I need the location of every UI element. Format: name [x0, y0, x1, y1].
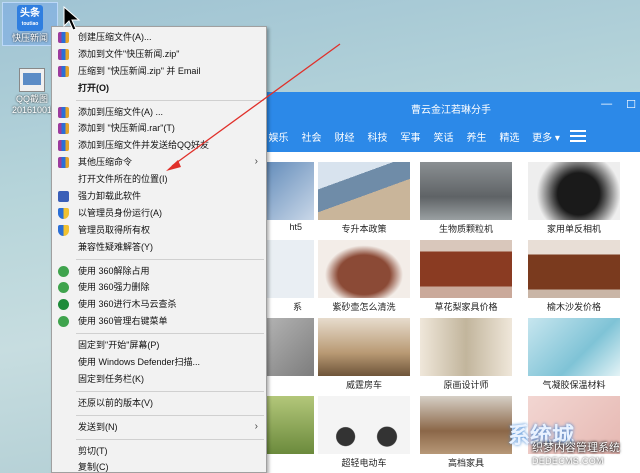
- annotation-arrow-icon: [166, 43, 341, 171]
- watermark-title: 织梦内容管理系统: [532, 442, 620, 454]
- watermark-url: DEDECMS.COM: [532, 456, 604, 466]
